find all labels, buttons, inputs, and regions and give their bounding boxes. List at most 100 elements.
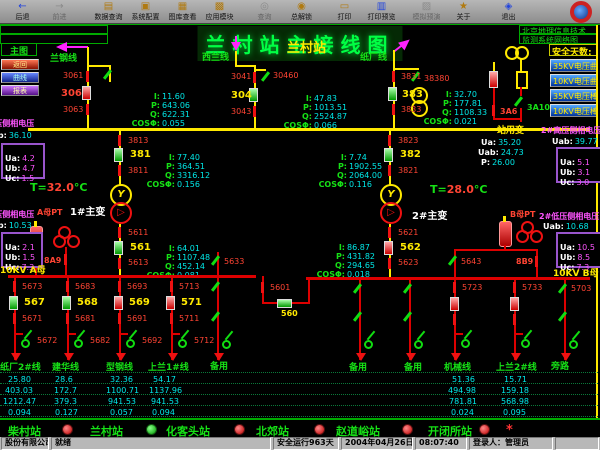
earth-switch-5692[interactable]: [126, 330, 140, 347]
disconnector-3a6[interactable]: [492, 105, 495, 116]
earth-switch-5682[interactable]: [74, 330, 88, 347]
unlock-all-button[interactable]: ◉总解锁: [283, 1, 320, 22]
disconnector-5613[interactable]: [118, 258, 121, 269]
wire: [88, 65, 111, 67]
breaker-383[interactable]: [388, 87, 397, 101]
print-button[interactable]: ▭打印: [326, 1, 363, 22]
disconnector-5691[interactable]: [118, 313, 121, 324]
m-value: 3.0: [576, 178, 589, 187]
earth-switch-5722[interactable]: [461, 330, 475, 347]
wire: [359, 280, 361, 360]
disconnector-3041[interactable]: [253, 72, 256, 83]
disconnector-5721[interactable]: [453, 314, 456, 325]
about-icon: ★: [445, 1, 482, 12]
breaker-569[interactable]: [114, 296, 123, 310]
disconnector-8b9[interactable]: [535, 256, 538, 267]
feeder-value: 941.53: [151, 398, 179, 406]
spare-earth-switch[interactable]: [414, 331, 428, 348]
breaker-381[interactable]: [114, 148, 123, 162]
breaker-573[interactable]: [510, 297, 519, 311]
disconnector-5681[interactable]: [66, 313, 69, 324]
gallery-button[interactable]: ▦图库查看: [164, 1, 201, 22]
transformer2-lv-winding-icon[interactable]: ▷: [380, 202, 402, 224]
rehearse-button[interactable]: ▨模拟预演: [408, 1, 445, 22]
disconnector-5713[interactable]: [170, 281, 173, 292]
quick-button-1[interactable]: 返回: [1, 59, 39, 70]
back-button[interactable]: ←后退: [4, 1, 41, 22]
breaker-571[interactable]: [166, 296, 175, 310]
bar-button-35kv[interactable]: 35KV电压棒图: [550, 89, 598, 102]
quick-button-3[interactable]: 报表: [1, 85, 39, 96]
ground-switch-30460[interactable]: [261, 71, 270, 82]
disconnector-3821[interactable]: [388, 165, 391, 176]
m-value: 0.021: [454, 117, 477, 126]
disconnector-3061[interactable]: [86, 71, 89, 82]
spare-earth-switch[interactable]: [222, 331, 236, 348]
disconnector-3813[interactable]: [118, 135, 121, 146]
disconnector-5711[interactable]: [170, 313, 173, 324]
disconnector-5693[interactable]: [118, 281, 121, 292]
forward-button[interactable]: →前进: [41, 1, 78, 22]
exit-button[interactable]: ◈退出: [490, 1, 527, 22]
quick-button-2[interactable]: 曲线: [1, 72, 39, 83]
back-icon: ←: [4, 1, 41, 12]
disconnector-5723[interactable]: [453, 282, 456, 293]
v2h-title: 2#高压侧相电压: [541, 127, 600, 135]
m-value: 10.68: [566, 222, 589, 231]
disconnector-5611[interactable]: [118, 227, 121, 238]
disconnector-5731[interactable]: [513, 314, 516, 325]
disconnector-3823[interactable]: [388, 135, 391, 146]
spare-earth-switch[interactable]: [364, 331, 378, 348]
link-gis[interactable]: 北京地理信息技术: [519, 25, 597, 34]
disconnector-5673[interactable]: [13, 281, 16, 292]
earth-switch-5712[interactable]: [178, 330, 192, 347]
disconnector-5733[interactable]: [513, 282, 516, 293]
bar-button-10kv[interactable]: 10KV电压棒图: [550, 104, 598, 117]
disconnector-3811[interactable]: [118, 165, 121, 176]
about-button[interactable]: ★关于: [445, 1, 482, 22]
disconnector-3063[interactable]: [86, 104, 89, 115]
feeder-value: 1100.71: [106, 387, 139, 395]
m-label: COSΦ:: [128, 119, 160, 128]
breaker-3a6[interactable]: [489, 71, 498, 88]
breaker-572[interactable]: [450, 297, 459, 311]
disconnector-8a9[interactable]: [64, 254, 67, 265]
breaker-561[interactable]: [114, 241, 123, 255]
breaker-562[interactable]: [384, 241, 393, 255]
disconnector-3043[interactable]: [253, 106, 256, 117]
earth-switch-5672[interactable]: [21, 330, 35, 347]
query-button[interactable]: ◎查询: [246, 1, 283, 22]
breaker-560[interactable]: [277, 299, 292, 308]
busbar-10kv-b: [306, 277, 590, 280]
curve-button-35kv-label: 35KV电压曲线: [553, 62, 598, 71]
disconnector-3831[interactable]: [392, 71, 395, 82]
sys-config-button[interactable]: ▣系统配置: [127, 1, 164, 22]
transformer1-lv-winding-icon[interactable]: ▷: [110, 202, 132, 224]
curve-button-10kv[interactable]: 10KV电压曲线: [550, 74, 598, 87]
feeder-name: 型钢线: [106, 364, 133, 373]
data-query-button[interactable]: ▤数据查询: [90, 1, 127, 22]
rehearse-label: 模拟预演: [413, 13, 441, 21]
curve-button-35kv[interactable]: 35KV电压曲线: [550, 59, 598, 72]
disconnector-5601[interactable]: [261, 282, 264, 293]
disconnector-5671[interactable]: [13, 313, 16, 324]
print-preview-button[interactable]: ▥打印预览: [363, 1, 400, 22]
breaker-382[interactable]: [384, 148, 393, 162]
breaker-306[interactable]: [82, 86, 91, 100]
earth-switch-5732[interactable]: [521, 330, 535, 347]
sys-config-icon: ▣: [127, 1, 164, 12]
disconnector-5683[interactable]: [66, 281, 69, 292]
spare-earth-switch[interactable]: [569, 331, 583, 348]
main-map-button[interactable]: 主图: [1, 43, 37, 56]
disconnector-5623[interactable]: [388, 258, 391, 269]
sys-config-label: 系统配置: [132, 13, 160, 21]
m-label: Ua:: [481, 138, 496, 147]
modules-button[interactable]: ▩应用模块: [201, 1, 238, 22]
query-label: 查询: [258, 13, 272, 21]
breaker-568[interactable]: [62, 296, 71, 310]
switch-3a10[interactable]: [514, 96, 523, 107]
link-network[interactable]: 监测系统网络图: [519, 34, 597, 44]
disconnector-5621[interactable]: [388, 227, 391, 238]
breaker-567[interactable]: [9, 296, 18, 310]
disconnector-3833[interactable]: [392, 104, 395, 115]
